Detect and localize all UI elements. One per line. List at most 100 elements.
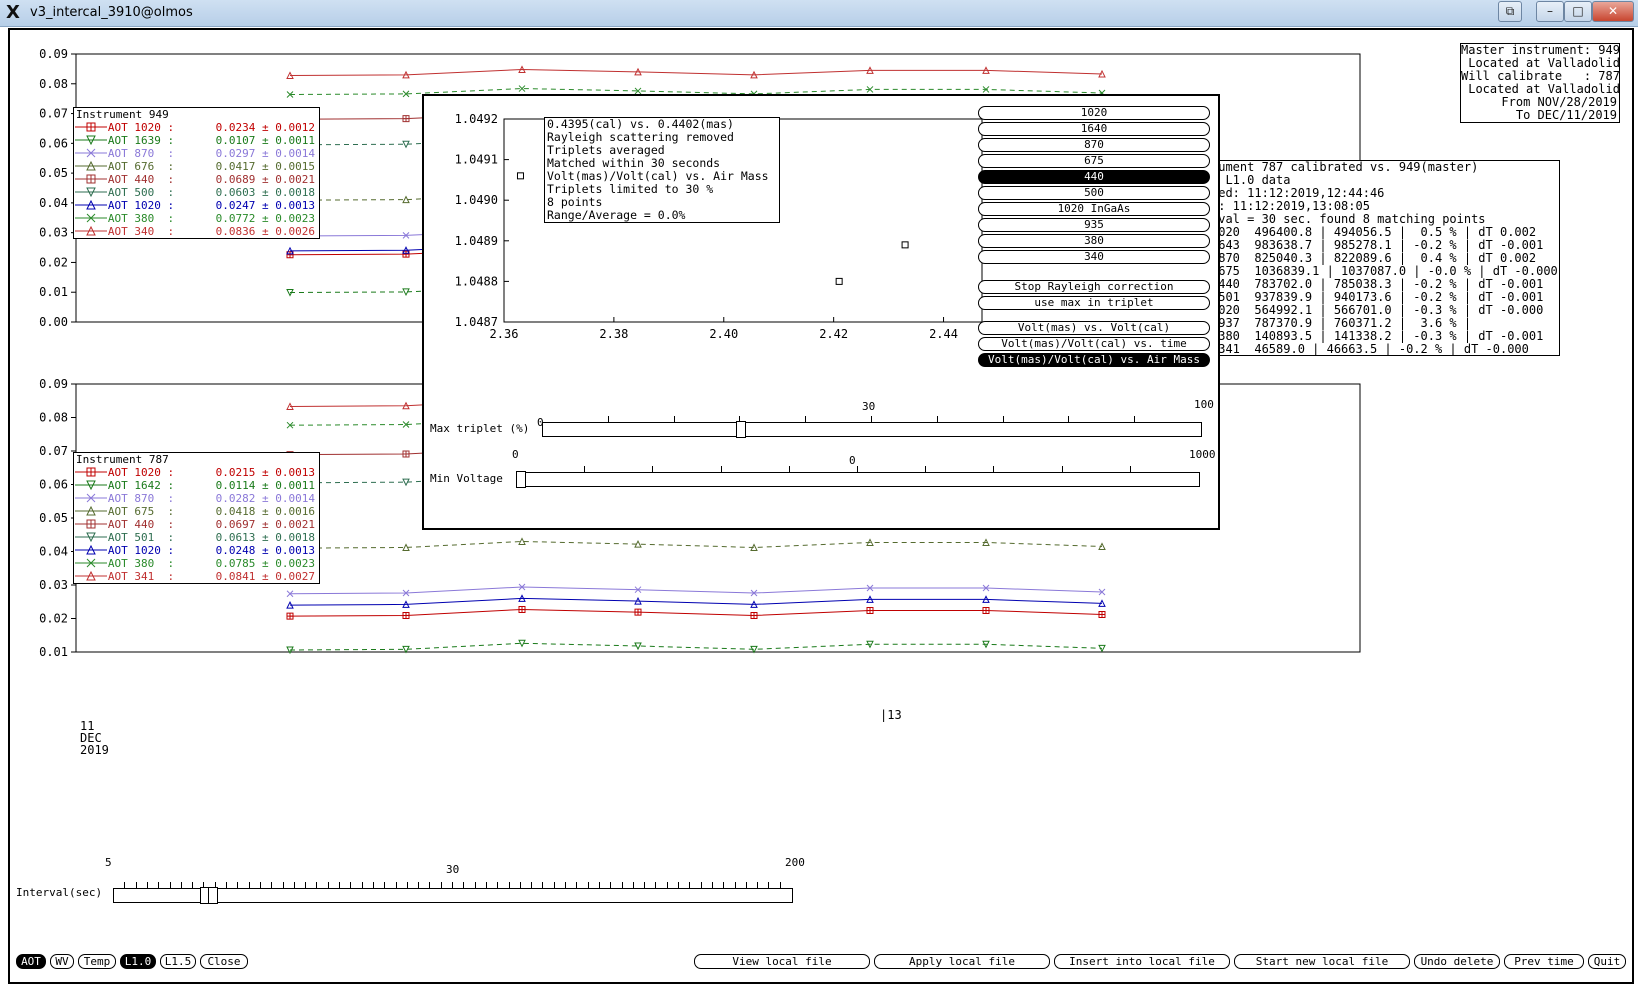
legend-title: Instrument 787 xyxy=(76,453,169,466)
slider-tick xyxy=(925,466,927,472)
aot-series-marker xyxy=(518,583,526,591)
max-triplet-value-label: 30 xyxy=(862,400,876,413)
x-marker-icon xyxy=(75,148,107,158)
wavelength-button-935[interactable]: 935 xyxy=(978,218,1210,232)
y-tick-label: 0.04 xyxy=(39,196,68,210)
wavelength-button-380[interactable]: 380 xyxy=(978,234,1210,248)
interval-slider-thumb[interactable] xyxy=(208,887,218,904)
aot-series-marker xyxy=(402,140,410,149)
legend-label: AOT 1020 : xyxy=(107,544,175,557)
legend-entry: AOT 1020 : 0.0248 ± 0.0013 xyxy=(74,544,319,557)
y-tick-label: 0.02 xyxy=(39,612,68,626)
legend-label: AOT 1642 : xyxy=(107,479,175,492)
aot-series-marker xyxy=(286,289,294,297)
mode-button-1[interactable]: Volt(mas)/Volt(cal) vs. time xyxy=(978,337,1210,351)
legend-value: 0.0697 ± 0.0021 xyxy=(215,518,315,531)
aot-series-marker xyxy=(402,611,410,619)
slider-tick xyxy=(655,882,657,888)
slider-tick xyxy=(607,416,609,422)
prev-time-button[interactable]: Prev time xyxy=(1504,954,1584,969)
use-max-triplet-button[interactable]: use max in triplet xyxy=(978,296,1210,310)
l15-button[interactable]: L1.5 xyxy=(160,954,196,969)
aot-series-marker xyxy=(982,538,990,546)
y-tick-label: 0.06 xyxy=(39,136,68,150)
calibration-results-box: rument 787 calibrated vs. 949(master) g L… xyxy=(1210,160,1560,356)
close-button[interactable]: Close xyxy=(200,954,248,969)
maximize-icon[interactable]: □ xyxy=(1564,1,1592,22)
wavelength-button-675[interactable]: 675 xyxy=(978,154,1210,168)
undo-delete-button[interactable]: Undo delete xyxy=(1414,954,1500,969)
slider-tick xyxy=(610,882,612,888)
legend-entry: AOT 870 : 0.0282 ± 0.0014 xyxy=(74,492,319,505)
l10-button[interactable]: L1.0 xyxy=(120,954,156,969)
stop-rayleigh-button[interactable]: Stop Rayleigh correction xyxy=(978,280,1210,294)
aot-series-marker xyxy=(286,251,294,259)
aot-series-line xyxy=(289,540,1103,549)
aot-series-marker xyxy=(402,70,410,79)
aot-series-marker xyxy=(1098,542,1106,550)
slider-tick xyxy=(316,882,318,888)
wavelength-button-1640[interactable]: 1640 xyxy=(978,122,1210,136)
square-marker-icon xyxy=(75,122,107,132)
aot-series-marker xyxy=(402,450,410,458)
mode-button-0[interactable]: Volt(mas) vs. Volt(cal) xyxy=(978,321,1210,335)
slider-tick xyxy=(440,882,442,888)
aot-series-line xyxy=(289,608,1103,617)
legend-entry: AOT 1020 : 0.0247 ± 0.0013 xyxy=(74,199,319,212)
slider-tick xyxy=(678,882,679,888)
date-line: 2019 xyxy=(80,743,109,757)
tri-down-marker-icon xyxy=(75,480,107,491)
wavelength-button-870[interactable]: 870 xyxy=(978,138,1210,152)
wavelength-button-1020[interactable]: 1020 xyxy=(978,106,1210,120)
aot-series-marker xyxy=(402,288,410,297)
slider-tick xyxy=(871,416,872,422)
view-local-file-button[interactable]: View local file xyxy=(694,954,870,969)
max-triplet-slider-thumb[interactable] xyxy=(736,421,746,438)
start-new-local-file-button[interactable]: Start new local file xyxy=(1234,954,1410,969)
y-tick-label: 0.05 xyxy=(39,166,68,180)
wavelength-button-440[interactable]: 440 xyxy=(978,170,1210,184)
slider-tick xyxy=(936,416,938,422)
apply-local-file-button[interactable]: Apply local file xyxy=(874,954,1050,969)
slider-tick xyxy=(689,882,691,888)
aot-series-marker xyxy=(982,86,990,93)
slider-tick xyxy=(406,882,408,888)
aot-series-marker xyxy=(286,612,294,620)
aot-series-marker xyxy=(866,640,874,649)
y-tick-label: 0.01 xyxy=(39,645,68,659)
legend-label: AOT 1020 : xyxy=(107,121,175,134)
close-icon[interactable]: ✕ xyxy=(1592,1,1634,22)
min-voltage-slider-thumb[interactable] xyxy=(516,471,526,488)
slider-tick xyxy=(192,882,194,888)
restore-icon[interactable]: ⧉ xyxy=(1498,1,1522,22)
aot-series-marker xyxy=(286,71,294,79)
min-voltage-label: Min Voltage xyxy=(430,472,503,485)
insert-into-local-file-button[interactable]: Insert into local file xyxy=(1054,954,1230,969)
min-voltage-slider[interactable] xyxy=(516,472,1200,487)
legend-marker xyxy=(86,467,96,477)
window-title: v3_intercal_3910@olmos xyxy=(30,5,193,20)
aot-series-marker xyxy=(634,608,642,616)
wavelength-button-500[interactable]: 500 xyxy=(978,186,1210,200)
aot-series-marker xyxy=(982,66,990,74)
aot-series-marker xyxy=(402,246,410,254)
temp-button[interactable]: Temp xyxy=(78,954,116,969)
wavelength-button-340[interactable]: 340 xyxy=(978,250,1210,264)
max-triplet-slider[interactable] xyxy=(542,422,1202,437)
tri-up-marker-icon xyxy=(75,505,107,516)
aot-series-marker xyxy=(1098,599,1106,607)
aot-series-marker xyxy=(866,86,874,93)
legend-instrument-787: Instrument 787 AOT 1020 : 0.0215 ± 0.0013… xyxy=(73,452,320,584)
wv-button[interactable]: WV xyxy=(50,954,74,969)
quit-button[interactable]: Quit xyxy=(1588,954,1626,969)
aot-series-line xyxy=(289,586,1103,595)
tri-up-marker-icon xyxy=(75,160,107,171)
aot-button[interactable]: AOT xyxy=(16,954,46,969)
legend-value: 0.0417 ± 0.0015 xyxy=(215,160,315,173)
aot-series-marker xyxy=(402,231,410,239)
wavelength-button-1020-ingaas[interactable]: 1020 InGaAs xyxy=(978,202,1210,216)
legend-marker xyxy=(86,519,96,529)
minimize-icon[interactable]: – xyxy=(1536,1,1564,22)
legend-value: 0.0418 ± 0.0016 xyxy=(215,505,315,518)
mode-button-2[interactable]: Volt(mas)/Volt(cal) vs. Air Mass xyxy=(978,353,1210,367)
